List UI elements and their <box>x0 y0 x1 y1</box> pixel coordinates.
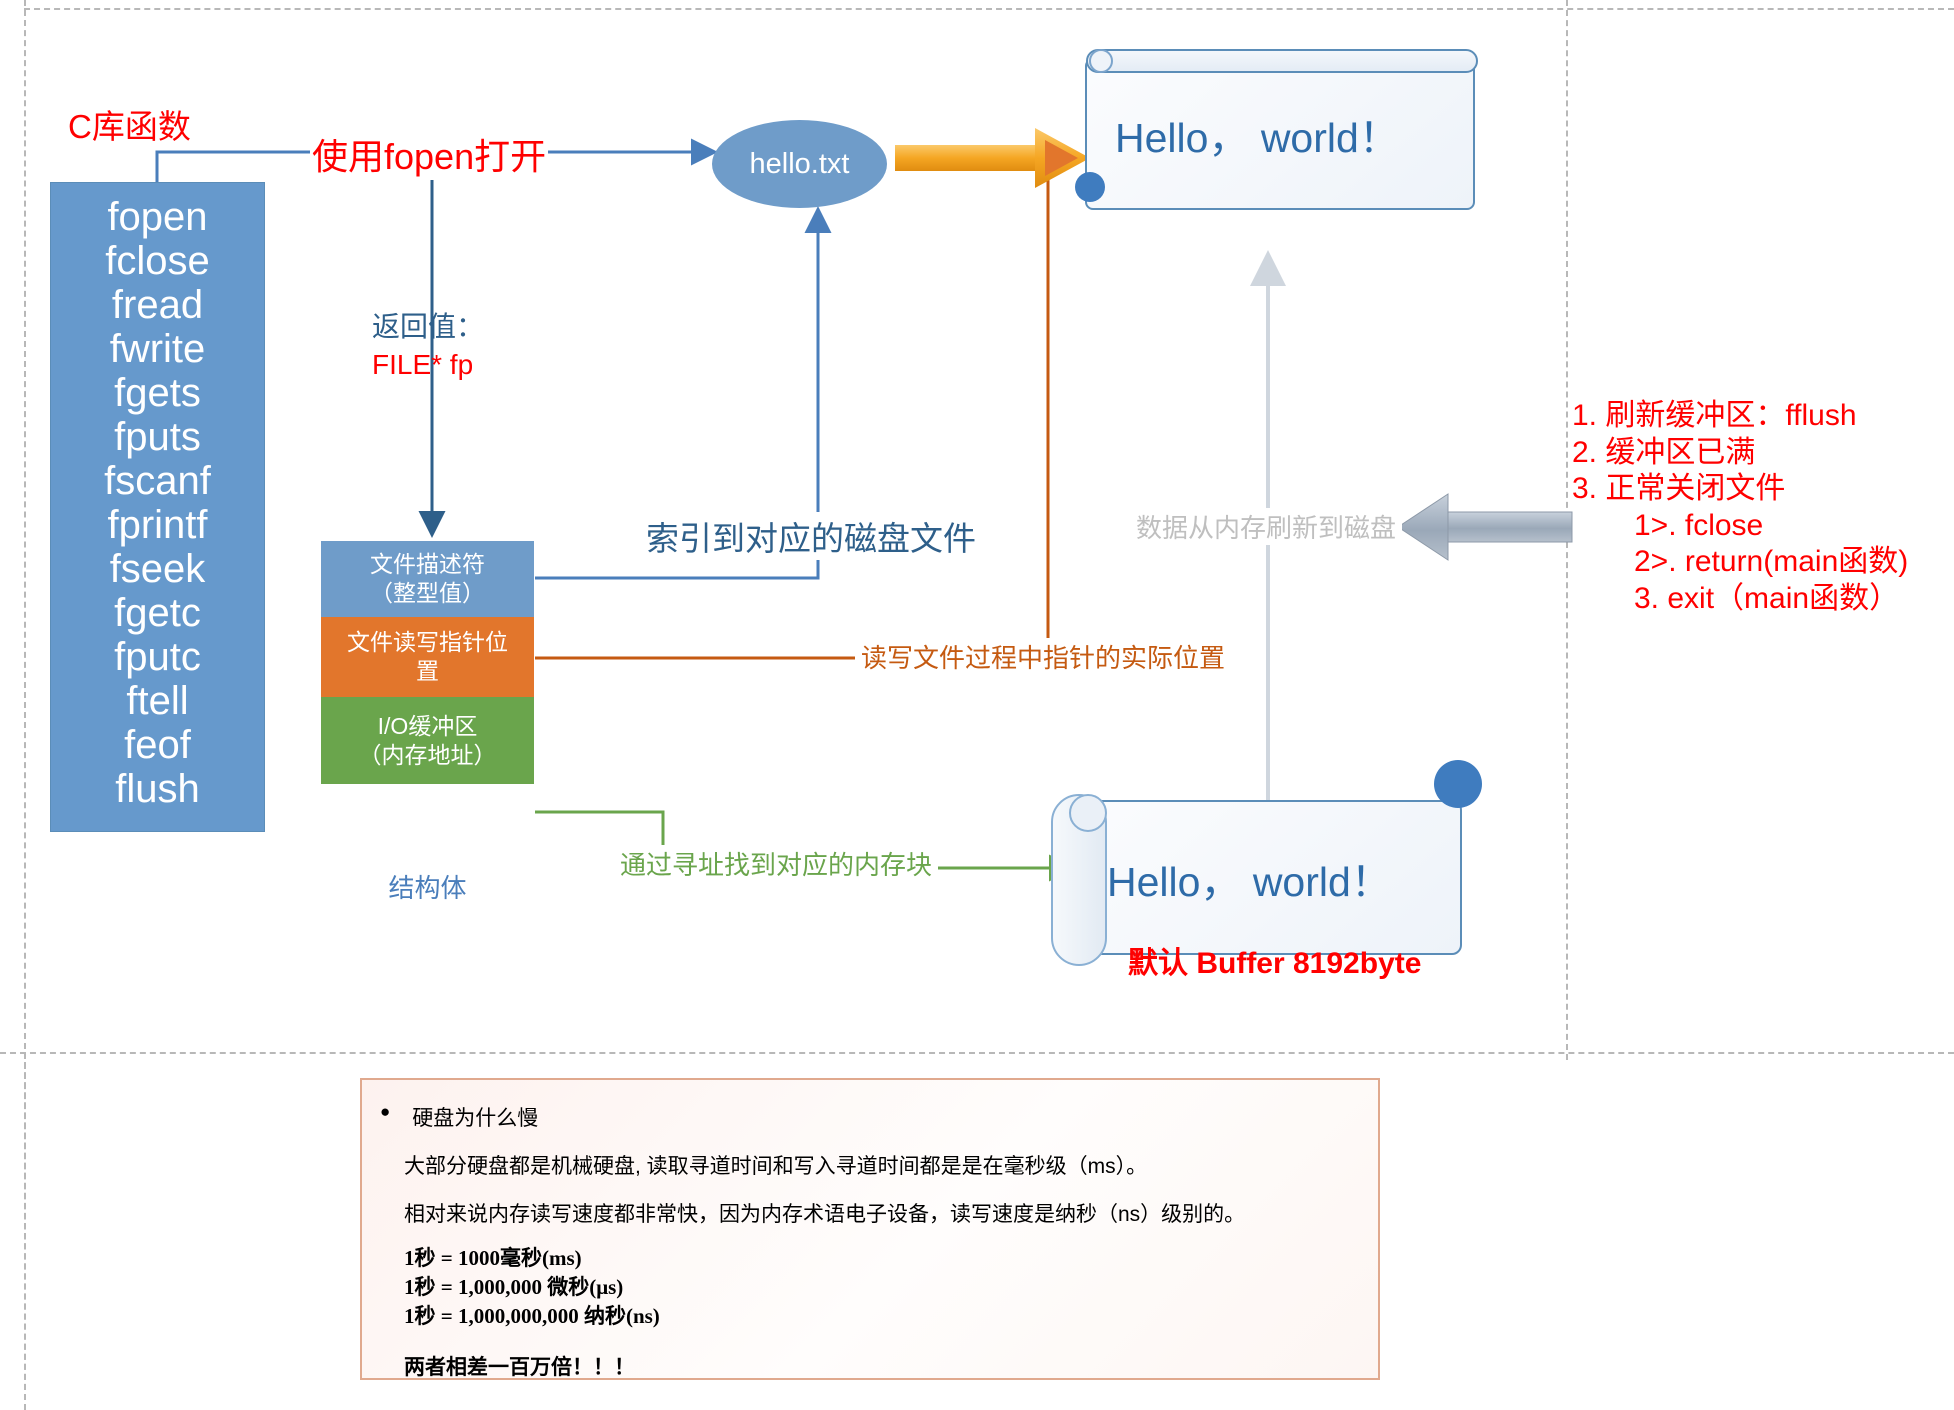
list-item: fprintf <box>107 503 208 547</box>
list-item: fopen <box>107 195 208 239</box>
bullet-icon: ● <box>380 1102 391 1121</box>
list-item: … <box>137 811 178 855</box>
info-paragraph-1: 大部分硬盘都是机械硬盘, 读取寻道时间和写入寻道时间都是是在毫秒级（ms）。 <box>404 1155 1148 1178</box>
disk-file-node: hello.txt <box>712 120 887 208</box>
list-item: fread <box>111 283 204 327</box>
list-item: fwrite <box>109 327 206 371</box>
buffer-content-scroll: Hello， world！ <box>1051 760 1482 966</box>
c-library-label: C库函数 <box>68 108 191 145</box>
gold-arrow <box>895 128 1090 188</box>
flush-conditions-notes: 1. 刷新缓冲区：fflush 2. 缓冲区已满 3. 正常关闭文件 1>. f… <box>1572 398 1908 618</box>
guide-line-right <box>1566 0 1568 1060</box>
info-heading: 硬盘为什么慢 <box>412 1106 539 1130</box>
return-value-label: 返回值： FILE* fp <box>372 308 484 384</box>
struct-segment-line2: 置 <box>416 658 439 684</box>
flush-note-subitem: 2>. return(main函数) <box>1634 545 1909 579</box>
disk-speed-info-box: ● 硬盘为什么慢 大部分硬盘都是机械硬盘, 读取寻道时间和写入寻道时间都是是在毫… <box>360 1078 1380 1380</box>
buffer-size-caption: 默认 Buffer 8192byte <box>1128 947 1422 980</box>
scroll-roll-top-icon <box>1086 49 1478 73</box>
struct-segment-file-pointer: 文件读写指针位 置 <box>321 617 534 697</box>
info-conversion-line: 1秒 = 1,000,000,000 纳秒(ns) <box>404 1303 660 1328</box>
info-conversion-line: 1秒 = 1,000,000 微秒(μs) <box>404 1274 624 1299</box>
gray-block-arrow <box>1397 493 1573 561</box>
struct-segment-line1: I/O缓冲区 <box>377 712 478 739</box>
scroll-corner-dot-icon <box>1075 172 1105 202</box>
flush-note-item: 3. 正常关闭文件 <box>1572 472 1786 506</box>
struct-segment-file-descriptor: 文件描述符 （整型值） <box>321 541 534 617</box>
buffer-content-text: Hello， world！ <box>1107 858 1392 905</box>
list-item: ftell <box>126 679 189 723</box>
scroll-roll-knob-icon <box>1089 49 1113 73</box>
guide-line-lower-left <box>24 1052 26 1410</box>
list-item: fputs <box>114 415 201 459</box>
info-paragraph-2: 相对来说内存读写速度都非常快，因为内存术语电子设备，读写速度是纳秒（ns）级别的… <box>404 1203 1246 1226</box>
scroll-corner-dot-icon <box>1434 760 1482 808</box>
slide-canvas: C库函数 fopen fclose fread fwrite fgets fpu… <box>0 0 1954 1410</box>
struct-caption: 结构体 <box>388 873 467 903</box>
disk-file-content-text: Hello， world！ <box>1115 115 1400 161</box>
c-library-function-list: fopen fclose fread fwrite fgets fputs fs… <box>50 182 265 855</box>
info-heading-row: ● 硬盘为什么慢 <box>380 1102 1378 1132</box>
struct-segment-line1: 文件描述符 <box>370 551 485 578</box>
info-emphasis: 两者相差一百万倍！！！ <box>404 1354 635 1379</box>
list-item: fgetc <box>114 591 201 635</box>
flush-note-subitem: 3. exit（main函数） <box>1634 581 1900 615</box>
struct-segment-io-buffer: I/O缓冲区 （内存地址） <box>321 697 534 784</box>
disk-file-node-label: hello.txt <box>749 147 850 180</box>
guide-line-middle <box>0 1052 1954 1054</box>
list-item: fputc <box>114 635 201 679</box>
struct-segment-line2: （内存地址） <box>358 741 497 768</box>
flush-note-item: 1. 刷新缓冲区：fflush <box>1572 399 1857 432</box>
list-item: feof <box>124 723 191 767</box>
flush-note-subitem: 1>. fclose <box>1634 508 1764 542</box>
scroll-roll-left-cap-icon <box>1069 794 1107 832</box>
fopen-open-label: 使用fopen打开 <box>310 128 549 180</box>
flush-to-disk-label: 数据从内存刷新到磁盘 <box>1130 508 1403 545</box>
struct-segment-line2: （整型值） <box>370 580 485 606</box>
index-to-disk-label: 索引到对应的磁盘文件 <box>640 512 982 560</box>
list-item: fseek <box>109 547 206 591</box>
pointer-position-label: 读写文件过程中指针的实际位置 <box>855 638 1232 675</box>
list-item: flush <box>115 767 200 811</box>
struct-segment-line1: 文件读写指针位 <box>347 629 508 656</box>
info-conversion-line: 1秒 = 1000毫秒(ms) <box>404 1246 582 1270</box>
flush-note-item: 2. 缓冲区已满 <box>1572 435 1756 469</box>
list-item: fscanf <box>104 459 211 503</box>
return-value-title: 返回值： <box>372 311 485 342</box>
return-value-type: FILE* fp <box>372 348 474 380</box>
list-item: fclose <box>105 239 210 283</box>
address-to-memory-label: 通过寻址找到对应的内存块 <box>614 845 939 882</box>
disk-file-content-scroll: Hello， world！ <box>1075 49 1478 210</box>
list-item: fgets <box>114 371 201 415</box>
guide-line-top <box>24 8 1954 10</box>
file-struct-box: 文件描述符 （整型值） 文件读写指针位 置 I/O缓冲区 （内存地址） <box>320 540 535 785</box>
